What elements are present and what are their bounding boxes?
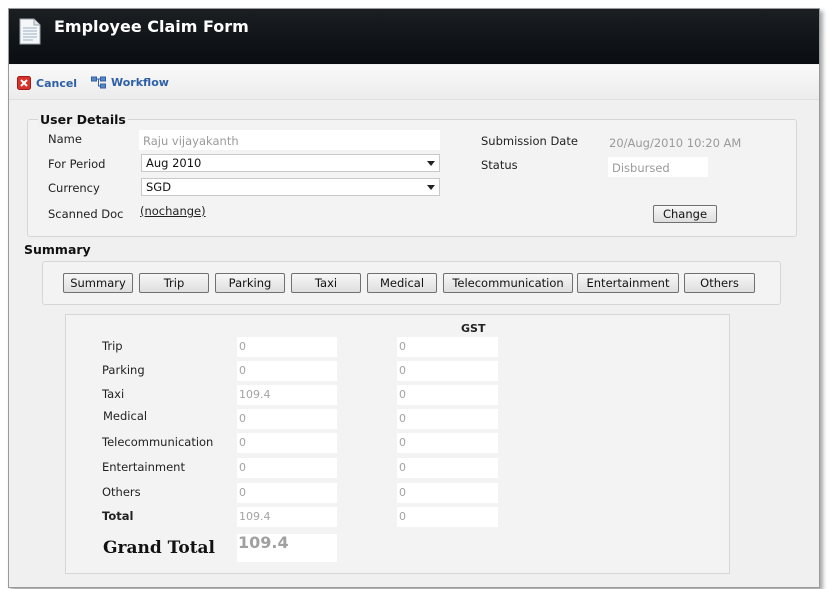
gst-total[interactable]: 0	[397, 507, 498, 527]
gst-header: GST	[461, 322, 486, 335]
workflow-button[interactable]: Workflow	[91, 76, 169, 89]
row-label-entertainment: Entertainment	[102, 460, 185, 474]
workflow-label: Workflow	[111, 76, 169, 89]
period-value: Aug 2010	[146, 156, 202, 170]
row-label-telecommunication: Telecommunication	[102, 435, 214, 449]
submission-date-label: Submission Date	[481, 134, 578, 148]
window-title: Employee Claim Form	[54, 17, 249, 36]
amount-parking[interactable]: 0	[237, 361, 337, 381]
grand-total-label: Grand Total	[103, 538, 216, 558]
cancel-icon	[17, 76, 31, 90]
amount-medical[interactable]: 0	[237, 409, 337, 429]
tab-parking[interactable]: Parking	[215, 273, 285, 293]
user-details-legend: User Details	[38, 112, 128, 127]
status-label: Status	[481, 158, 518, 172]
cancel-label: Cancel	[36, 76, 78, 90]
chevron-down-icon	[427, 185, 435, 190]
claim-form-window: Employee Claim Form Cancel Workflow User…	[8, 8, 820, 588]
row-label-trip: Trip	[102, 339, 123, 353]
amount-entertainment[interactable]: 0	[237, 458, 337, 478]
name-label: Name	[48, 132, 82, 146]
amount-telecommunication[interactable]: 0	[237, 433, 337, 453]
summary-panel: GST Trip 0 0 Parking 0 0 Taxi 109.4 0 Me…	[65, 314, 730, 574]
tab-medical[interactable]: Medical	[367, 273, 437, 293]
scanned-doc-label: Scanned Doc	[48, 207, 124, 221]
gst-others[interactable]: 0	[397, 483, 498, 503]
period-select[interactable]: Aug 2010	[141, 154, 440, 172]
amount-total[interactable]: 109.4	[237, 507, 337, 527]
gst-medical[interactable]: 0	[397, 409, 498, 429]
chevron-down-icon	[427, 161, 435, 166]
summary-heading: Summary	[24, 242, 91, 257]
document-icon	[19, 18, 41, 45]
title-bar: Employee Claim Form	[9, 9, 819, 64]
row-label-taxi: Taxi	[102, 387, 125, 401]
amount-others[interactable]: 0	[237, 483, 337, 503]
amount-taxi[interactable]: 109.4	[237, 385, 337, 405]
gst-entertainment[interactable]: 0	[397, 458, 498, 478]
tab-telecommunication[interactable]: Telecommunication	[443, 273, 573, 293]
tab-trip[interactable]: Trip	[139, 273, 209, 293]
gst-trip[interactable]: 0	[397, 337, 498, 357]
status-field[interactable]: Disbursed	[608, 157, 708, 177]
currency-value: SGD	[146, 180, 172, 194]
gst-taxi[interactable]: 0	[397, 385, 498, 405]
tab-summary[interactable]: Summary	[63, 273, 133, 293]
toolbar: Cancel Workflow	[9, 65, 819, 100]
tab-entertainment[interactable]: Entertainment	[577, 273, 679, 293]
scanned-doc-link[interactable]: (nochange)	[140, 204, 206, 218]
row-label-total: Total	[102, 509, 134, 523]
tab-others[interactable]: Others	[684, 273, 755, 293]
gst-telecommunication[interactable]: 0	[397, 433, 498, 453]
amount-trip[interactable]: 0	[237, 337, 337, 357]
period-label: For Period	[48, 157, 106, 171]
name-field[interactable]: Raju vijayakanth	[139, 130, 440, 150]
grand-total-value[interactable]: 109.4	[237, 534, 337, 562]
row-label-parking: Parking	[102, 363, 145, 377]
gst-parking[interactable]: 0	[397, 361, 498, 381]
row-label-medical: Medical	[103, 409, 148, 423]
tab-taxi[interactable]: Taxi	[291, 273, 361, 293]
row-label-others: Others	[102, 485, 141, 499]
change-button[interactable]: Change	[653, 205, 717, 223]
cancel-button[interactable]: Cancel	[17, 76, 77, 90]
submission-date-value: 20/Aug/2010 10:20 AM	[609, 136, 742, 150]
workflow-icon	[91, 76, 106, 89]
currency-select[interactable]: SGD	[141, 178, 440, 196]
currency-label: Currency	[48, 181, 100, 195]
